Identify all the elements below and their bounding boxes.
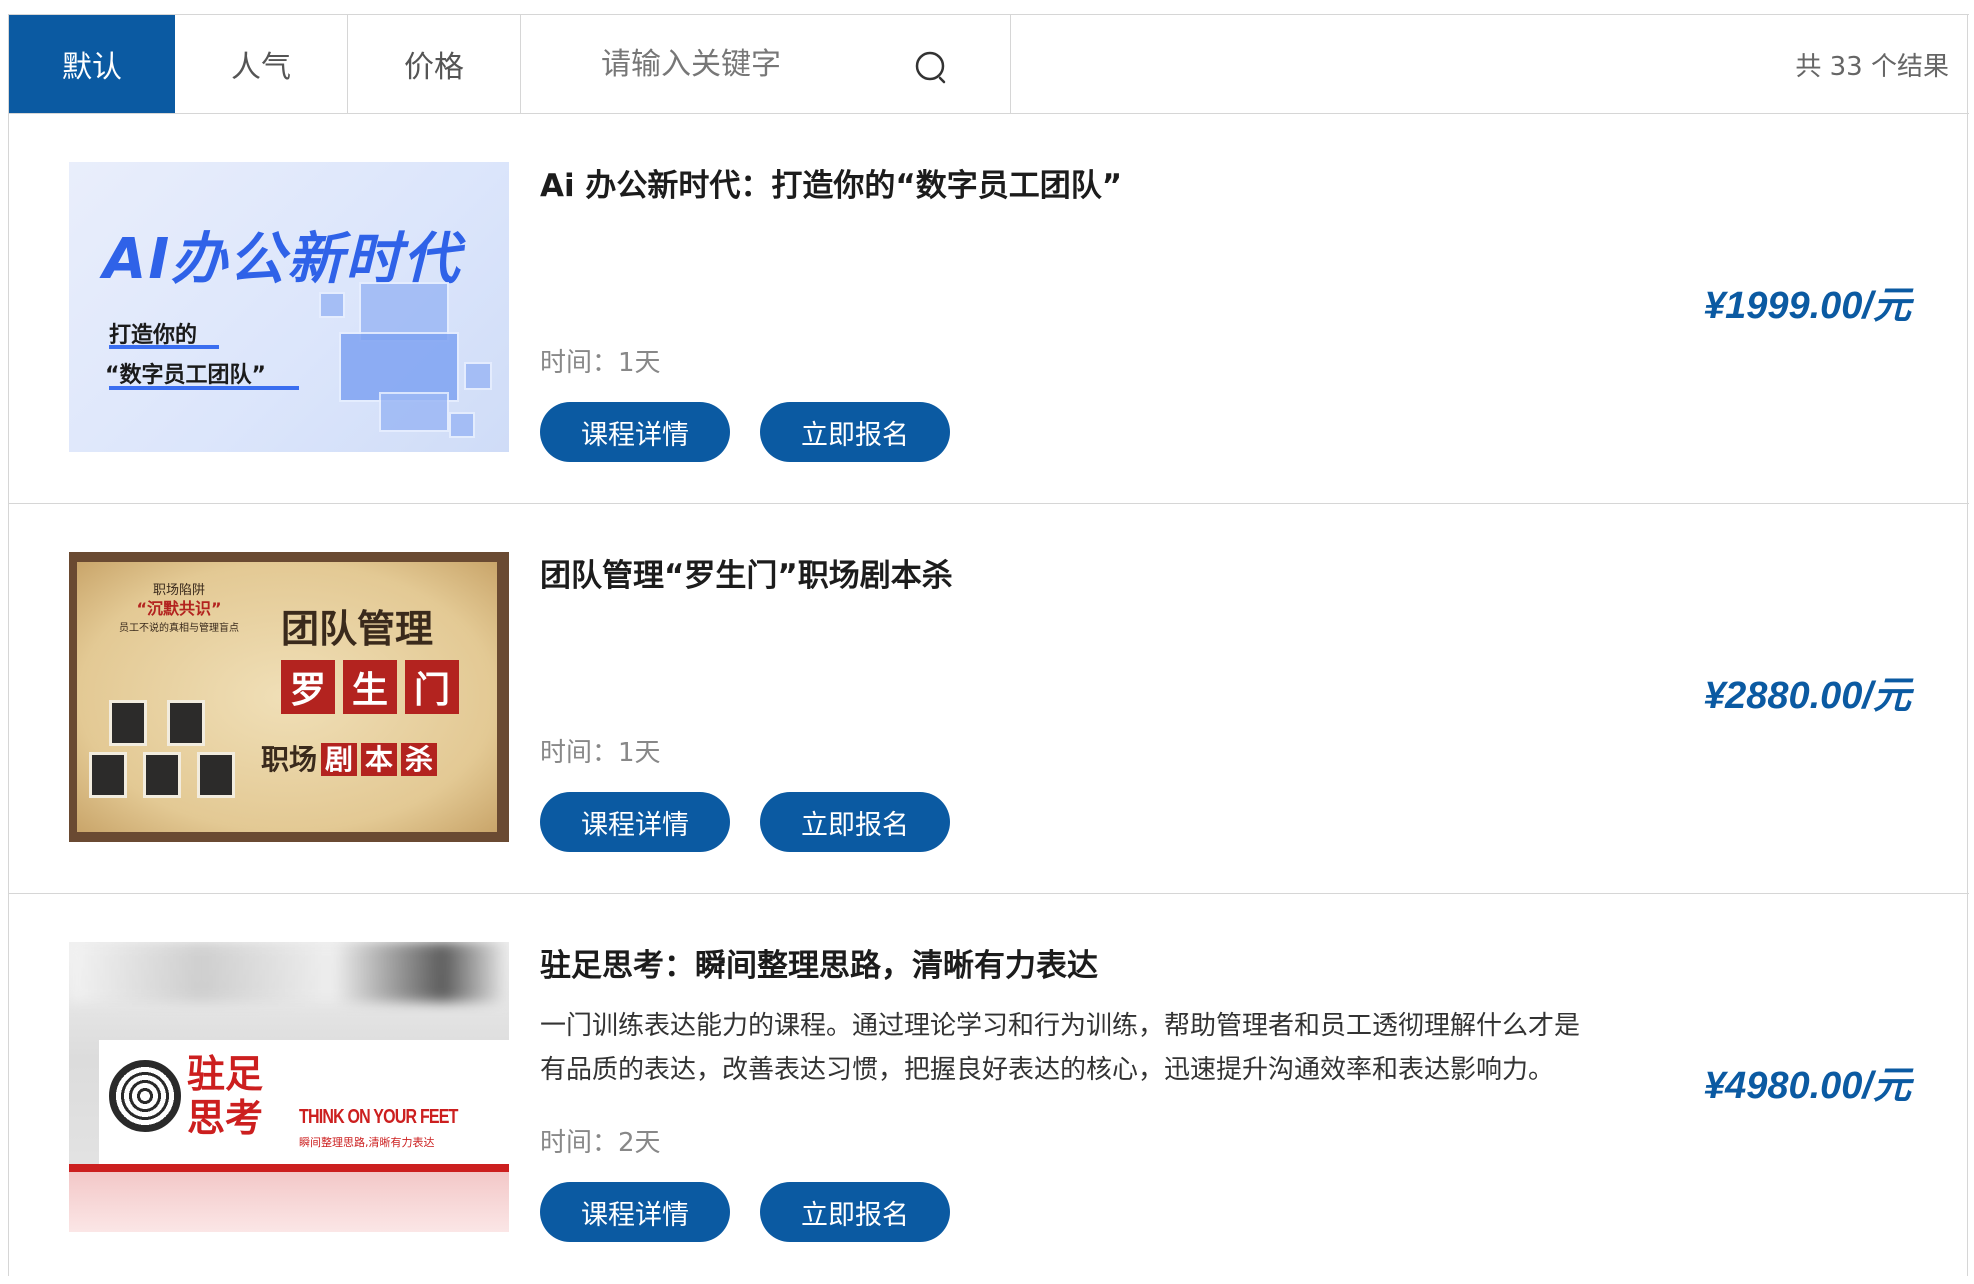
course-detail-button[interactable]: 课程详情 <box>540 792 730 852</box>
thumb-photo <box>89 752 127 798</box>
thumb-headline-line: 驻足 <box>187 1052 264 1096</box>
course-price: ¥2880.00/元 <box>1703 675 1911 717</box>
course-title[interactable]: 团队管理“罗生门”职场剧本杀 <box>540 550 953 595</box>
thumb-decoration <box>449 412 475 438</box>
thumb-subtitle: 瞬间整理思路,清晰有力表达 <box>299 1136 435 1149</box>
thumb-headline-line: 思考 <box>187 1096 264 1140</box>
thumb-row-red: 杀 <box>401 743 438 776</box>
thumb-row: 职场剧本杀 <box>261 738 438 778</box>
thumb-red-char: 生 <box>343 660 397 714</box>
course-list-panel: 默认 人气 价格 共 33 个结果 AI办公新时代 打造你的 “数字员工团队” <box>8 14 1969 1276</box>
course-price: ¥4980.00/元 <box>1703 1065 1911 1107</box>
course-thumbnail[interactable]: AI办公新时代 打造你的 “数字员工团队” <box>69 162 509 452</box>
thumb-photo <box>109 700 147 746</box>
thumb-photo <box>197 752 235 798</box>
thumb-decoration <box>379 392 449 432</box>
thumb-note-quote: “沉默共识” <box>136 599 222 618</box>
thumb-red-char: 门 <box>405 660 459 714</box>
thumb-line: “数字员工团队” <box>105 363 266 388</box>
course-item: 驻足 思考 THINK ON YOUR FEET 瞬间整理思路,清晰有力表达 驻… <box>9 894 1969 1284</box>
course-detail-button[interactable]: 课程详情 <box>540 1182 730 1242</box>
thumb-row-text: 职场 <box>261 743 318 776</box>
tab-default[interactable]: 默认 <box>9 15 175 113</box>
course-title[interactable]: Ai 办公新时代：打造你的“数字员工团队” <box>540 160 1122 205</box>
thumb-headline: 团队管理 <box>281 606 434 651</box>
search-icon[interactable] <box>913 49 953 89</box>
course-thumbnail[interactable]: 职场陷阱 “沉默共识” 员工不说的真相与管理盲点 团队管理 罗 生 门 职场剧本… <box>69 552 509 842</box>
course-item: AI办公新时代 打造你的 “数字员工团队” Ai 办公新时代：打造你的“数字员工… <box>9 114 1969 504</box>
enroll-button[interactable]: 立即报名 <box>760 402 950 462</box>
course-title[interactable]: 驻足思考：瞬间整理思路，清晰有力表达 <box>540 940 1098 985</box>
thumb-headline: 驻足 思考 <box>187 1052 263 1140</box>
course-price: ¥1999.00/元 <box>1703 285 1911 327</box>
course-duration: 时间：2天 <box>540 1128 661 1158</box>
enroll-button[interactable]: 立即报名 <box>760 1182 950 1242</box>
thumb-note: 职场陷阱 “沉默共识” 员工不说的真相与管理盲点 <box>99 582 259 638</box>
thumb-underline <box>109 345 219 349</box>
search-input[interactable] <box>521 15 901 113</box>
thumb-photo <box>143 752 181 798</box>
filter-toolbar: 默认 人气 价格 共 33 个结果 <box>9 14 1969 114</box>
thumb-note-title: 职场陷阱 <box>152 583 205 598</box>
course-detail-button[interactable]: 课程详情 <box>540 402 730 462</box>
thumb-underline <box>109 386 299 390</box>
enroll-button[interactable]: 立即报名 <box>760 792 950 852</box>
tab-price[interactable]: 价格 <box>348 15 521 113</box>
thumb-decoration <box>69 942 509 1002</box>
tab-popularity[interactable]: 人气 <box>175 15 348 113</box>
clock-icon <box>109 1060 181 1132</box>
thumb-note-sub: 员工不说的真相与管理盲点 <box>119 623 239 634</box>
thumb-decoration <box>69 1164 509 1172</box>
thumb-photo <box>167 700 205 746</box>
course-duration: 时间：1天 <box>540 738 661 768</box>
thumb-decoration <box>464 362 492 390</box>
result-count: 共 33 个结果 <box>1795 51 1949 82</box>
course-duration: 时间：1天 <box>540 348 661 378</box>
thumb-row-red: 本 <box>361 743 398 776</box>
thumb-english-title: THINK ON YOUR FEET <box>299 1106 458 1128</box>
thumb-red-char: 罗 <box>281 660 335 714</box>
thumb-decoration <box>319 292 345 318</box>
course-description: 一门训练表达能力的课程。通过理论学习和行为训练，帮助管理者和员工透彻理解什么才是… <box>540 1011 1580 1085</box>
thumb-decoration <box>69 1172 509 1232</box>
thumb-row-red: 剧 <box>321 743 358 776</box>
course-item: 职场陷阱 “沉默共识” 员工不说的真相与管理盲点 团队管理 罗 生 门 职场剧本… <box>9 504 1969 894</box>
search-box <box>521 15 1011 113</box>
course-thumbnail[interactable]: 驻足 思考 THINK ON YOUR FEET 瞬间整理思路,清晰有力表达 <box>69 942 509 1232</box>
